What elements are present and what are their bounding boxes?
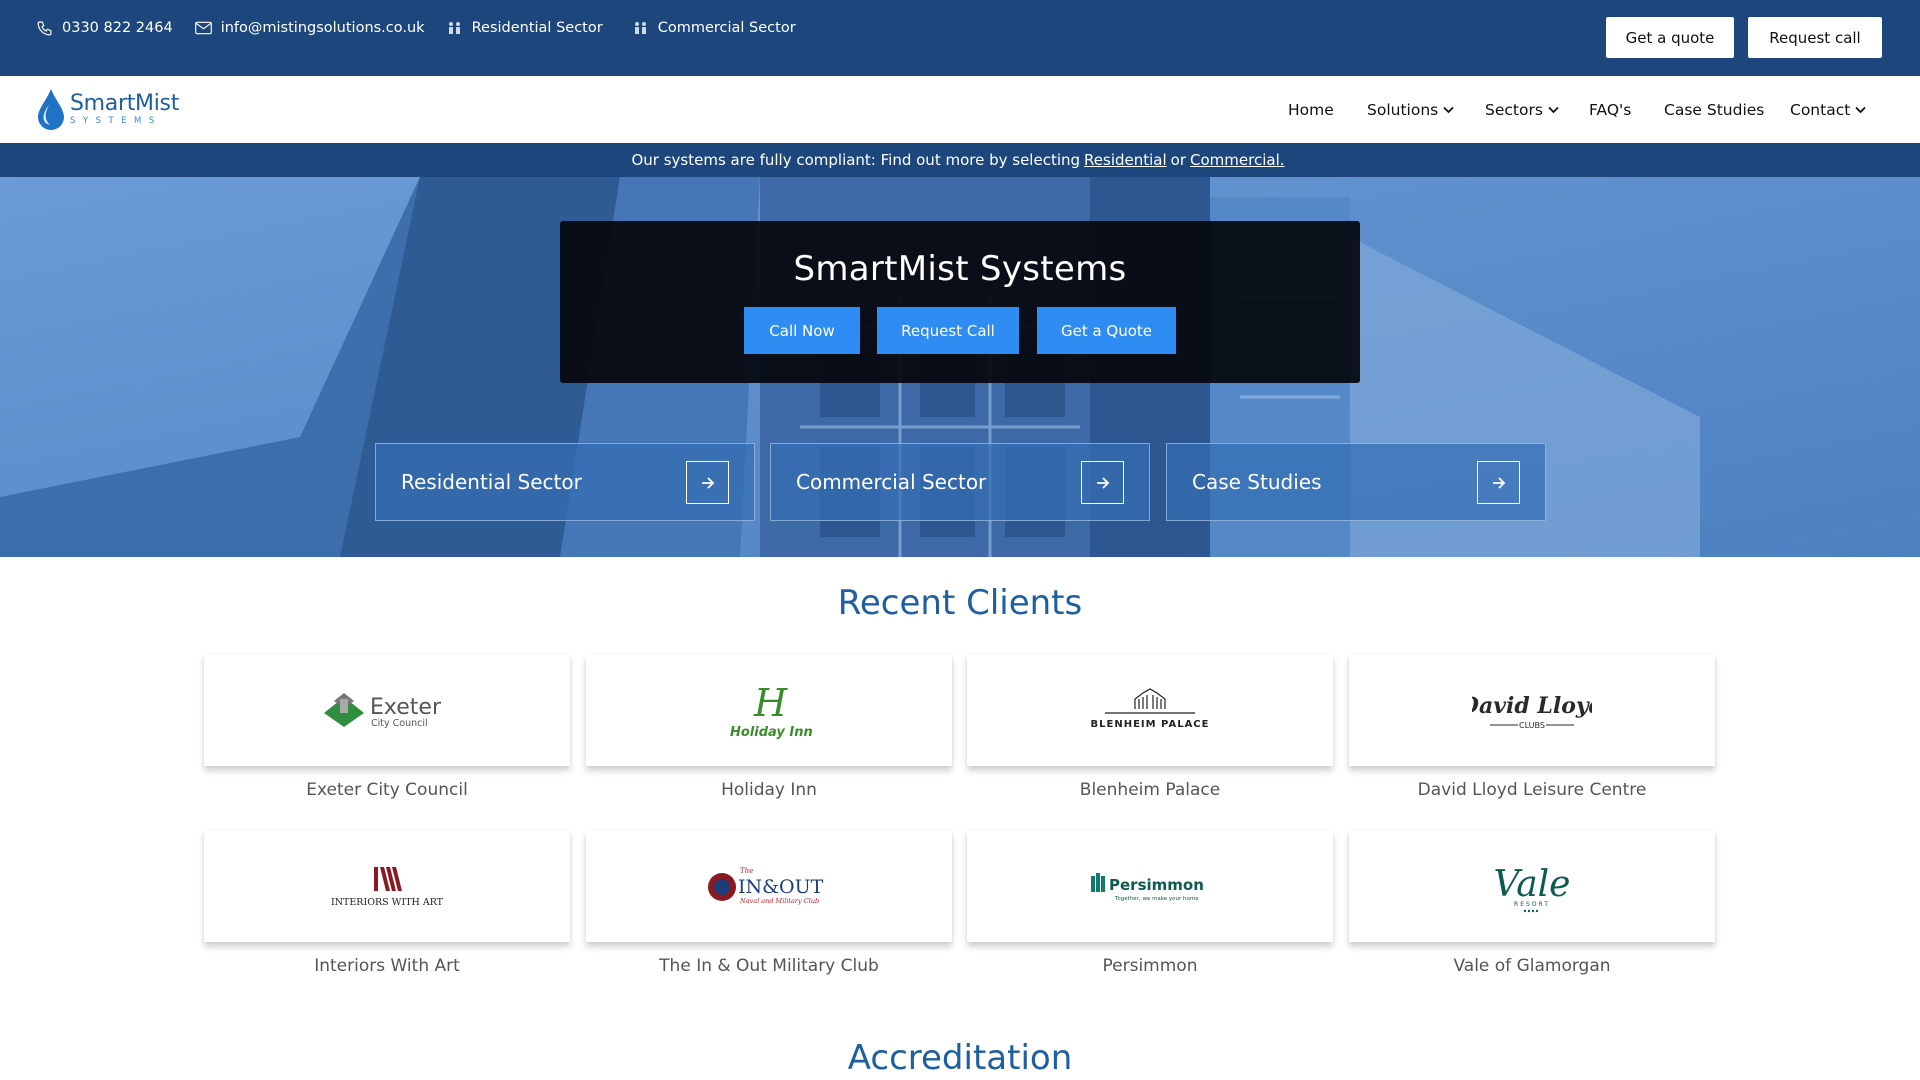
- residential-sector-card[interactable]: Residential Sector: [375, 443, 755, 521]
- nav-case-studies-label: Case Studies: [1664, 100, 1765, 119]
- residential-sector-label: Residential Sector: [471, 20, 603, 36]
- commercial-sector-label: Commercial Sector: [657, 20, 796, 36]
- client-name: Blenheim Palace: [1079, 780, 1221, 800]
- client-logo-david-lloyd: David Lloyd CLUBS: [1349, 654, 1715, 766]
- banner-residential-link[interactable]: Residential: [1084, 151, 1167, 169]
- banner-text: Our systems are fully compliant: Find ou…: [631, 151, 1081, 169]
- nav-solutions[interactable]: Solutions: [1367, 101, 1454, 119]
- david-lloyd-logo-sub: CLUBS: [1519, 721, 1545, 730]
- vale-logo-text: Vale: [1494, 864, 1571, 905]
- logo-sub: SYSTEMS: [70, 115, 162, 126]
- client-logo-exeter: Exeter City Council: [204, 654, 570, 766]
- sector-card-label: Commercial Sector: [796, 470, 987, 494]
- hero-title: SmartMist Systems: [793, 249, 1127, 289]
- nav-home[interactable]: Home: [1288, 101, 1334, 119]
- phone-icon: [37, 21, 52, 35]
- in-out-logo-pre: The: [740, 867, 753, 875]
- client-logo-in-and-out: The IN&OUT Naval and Military Club: [586, 830, 952, 942]
- nav-faqs-label: FAQ's: [1589, 100, 1632, 119]
- nav-solutions-label: Solutions: [1367, 100, 1439, 119]
- client-logo-interiors-with-art: INTERIORS WITH ART: [204, 830, 570, 942]
- in-out-logo-sub: Naval and Military Club: [739, 897, 819, 905]
- in-and-out-logo: The IN&OUT Naval and Military Club: [708, 867, 824, 905]
- persimmon-logo-sub: Together, we make your home: [1114, 896, 1199, 902]
- client-name: Persimmon: [1102, 956, 1198, 976]
- recent-clients-title: Recent Clients: [837, 583, 1083, 623]
- phone-link[interactable]: 0330 822 2464: [36, 20, 173, 37]
- case-studies-card[interactable]: Case Studies: [1166, 443, 1546, 521]
- top-bar: 0330 822 2464 info@mistingsolutions.co.u…: [0, 0, 1920, 76]
- smartmist-logo[interactable]: SmartMist SYSTEMS: [36, 87, 179, 131]
- main-navigation: SmartMist SYSTEMS Home Solutions Sectors…: [0, 76, 1920, 143]
- vale-logo: Vale RESORT: [1494, 864, 1571, 913]
- people-icon: [448, 22, 460, 34]
- holiday-inn-logo-mark: H: [753, 681, 788, 725]
- hero-panel: SmartMist Systems Call Now Request Call …: [560, 221, 1360, 383]
- logo-name: SmartMist: [70, 90, 180, 116]
- david-lloyd-logo-text: David Lloyd: [1472, 693, 1592, 719]
- arrow-right-icon: [1477, 461, 1520, 504]
- sector-card-label: Residential Sector: [401, 470, 582, 494]
- contact-info: 0330 822 2464 info@mistingsolutions.co.u…: [36, 0, 826, 56]
- chevron-down-icon: [1855, 106, 1866, 113]
- hero-request-call-button[interactable]: Request Call: [877, 307, 1019, 354]
- client-name: Exeter City Council: [306, 780, 468, 800]
- hero-section: SmartMist Systems Call Now Request Call …: [0, 177, 1920, 557]
- client-logo-persimmon: Persimmon Together, we make your home: [967, 830, 1333, 942]
- request-call-button[interactable]: Request call: [1748, 17, 1882, 58]
- in-out-logo-text: IN&OUT: [738, 876, 824, 898]
- email-link[interactable]: info@mistingsolutions.co.uk: [194, 20, 425, 36]
- holiday-inn-logo: H Holiday Inn: [730, 681, 813, 740]
- client-name: Vale of Glamorgan: [1453, 956, 1611, 976]
- chevron-down-icon: [1548, 106, 1559, 113]
- blenheim-logo: BLENHEIM PALACE: [1091, 688, 1210, 730]
- client-logo-holiday-inn: H Holiday Inn: [586, 654, 952, 766]
- david-lloyd-logo: David Lloyd CLUBS: [1472, 693, 1592, 730]
- mail-icon: [194, 21, 212, 35]
- exeter-logo-sub: City Council: [371, 718, 428, 729]
- nav-sectors-label: Sectors: [1485, 100, 1543, 119]
- interiors-logo-text: INTERIORS WITH ART: [331, 897, 444, 908]
- nav-case-studies[interactable]: Case Studies: [1664, 101, 1764, 119]
- nav-contact-label: Contact: [1790, 100, 1851, 119]
- phone-number: 0330 822 2464: [62, 20, 173, 36]
- get-quote-button[interactable]: Get a quote: [1606, 17, 1734, 58]
- commercial-sector-link[interactable]: Commercial Sector: [633, 20, 796, 36]
- compliance-banner: Our systems are fully compliant: Find ou…: [0, 143, 1920, 177]
- client-logo-blenheim: BLENHEIM PALACE: [967, 654, 1333, 766]
- client-name: David Lloyd Leisure Centre: [1417, 780, 1647, 800]
- sector-card-label: Case Studies: [1192, 470, 1322, 494]
- persimmon-logo-text: Persimmon: [1109, 876, 1204, 894]
- holiday-inn-logo-text: Holiday Inn: [730, 725, 813, 740]
- email-address: info@mistingsolutions.co.uk: [220, 20, 425, 36]
- call-now-button[interactable]: Call Now: [744, 307, 860, 354]
- nav-faqs[interactable]: FAQ's: [1589, 101, 1631, 119]
- exeter-logo-text: Exeter: [370, 695, 442, 720]
- building-people-icon: [634, 22, 646, 34]
- blenheim-logo-text: BLENHEIM PALACE: [1091, 719, 1210, 730]
- nav-sectors[interactable]: Sectors: [1485, 101, 1559, 119]
- persimmon-logo: Persimmon Together, we make your home: [1091, 873, 1204, 902]
- nav-contact[interactable]: Contact: [1790, 101, 1866, 119]
- residential-sector-link[interactable]: Residential Sector: [447, 20, 603, 36]
- banner-commercial-link[interactable]: Commercial.: [1190, 151, 1284, 169]
- arrow-right-icon: [686, 461, 729, 504]
- nav-home-label: Home: [1288, 100, 1334, 119]
- vale-logo-sub: RESORT: [1514, 901, 1550, 908]
- client-name: Interiors With Art: [314, 956, 460, 976]
- arrow-right-icon: [1081, 461, 1124, 504]
- banner-or: or: [1170, 151, 1187, 169]
- client-logo-vale: Vale RESORT: [1349, 830, 1715, 942]
- hero-get-quote-button[interactable]: Get a Quote: [1037, 307, 1176, 354]
- commercial-sector-card[interactable]: Commercial Sector: [770, 443, 1150, 521]
- water-drop-icon: [38, 89, 64, 130]
- interiors-with-art-logo: INTERIORS WITH ART: [331, 867, 444, 908]
- exeter-logo: Exeter City Council: [324, 693, 442, 729]
- client-name: The In & Out Military Club: [659, 956, 879, 976]
- accreditation-title: Accreditation: [847, 1038, 1073, 1078]
- client-name: Holiday Inn: [721, 780, 817, 800]
- chevron-down-icon: [1443, 106, 1454, 113]
